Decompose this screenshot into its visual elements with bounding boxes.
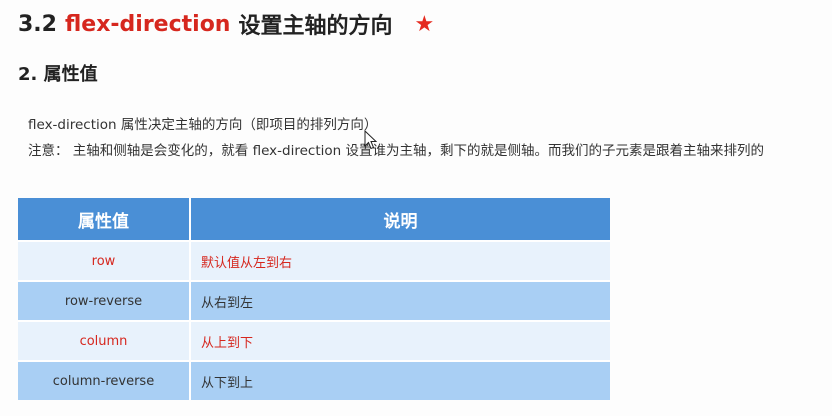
star-icon: ★ [414, 11, 435, 37]
table-row: row-reverse 从右到左 [18, 280, 610, 321]
cell-desc-row-reverse: 从右到左 [190, 280, 610, 321]
cell-desc-row: 默认值从左到右 [190, 240, 610, 281]
title-text: 设置主轴的方向 [238, 14, 393, 39]
cell-value-column: column [18, 320, 191, 361]
header-property-value: 属性值 [18, 198, 191, 241]
cell-desc-column-reverse: 从下到上 [190, 360, 610, 400]
cell-value-column-reverse: column-reverse [18, 360, 191, 400]
cell-value-row-reverse: row-reverse [18, 280, 191, 321]
section-subtitle: 2. 属性值 [18, 64, 98, 85]
mouse-cursor-icon [364, 130, 378, 150]
table-row: column 从上到下 [18, 320, 610, 361]
slide-page: 3.2 flex-direction 设置主轴的方向 ★ 2. 属性值 flex… [0, 0, 832, 416]
title-keyword: flex-direction [64, 11, 231, 37]
paragraph-note: 注意： 主轴和侧轴是会变化的，就看 flex-direction 设置谁为主轴，… [28, 143, 764, 159]
page-title: 3.2 flex-direction 设置主轴的方向 ★ [18, 8, 434, 40]
property-table: 属性值 说明 row 默认值从左到右 row-reverse 从右到左 colu… [18, 198, 610, 400]
table-row: row 默认值从左到右 [18, 240, 610, 281]
title-number: 3.2 [18, 11, 57, 37]
header-description: 说明 [190, 198, 610, 241]
paragraph-description: flex-direction 属性决定主轴的方向（即项目的排列方向） [28, 117, 378, 133]
table-header-row: 属性值 说明 [18, 198, 610, 241]
table-row: column-reverse 从下到上 [18, 360, 610, 400]
cell-desc-column: 从上到下 [190, 320, 610, 361]
cell-value-row: row [18, 240, 191, 281]
